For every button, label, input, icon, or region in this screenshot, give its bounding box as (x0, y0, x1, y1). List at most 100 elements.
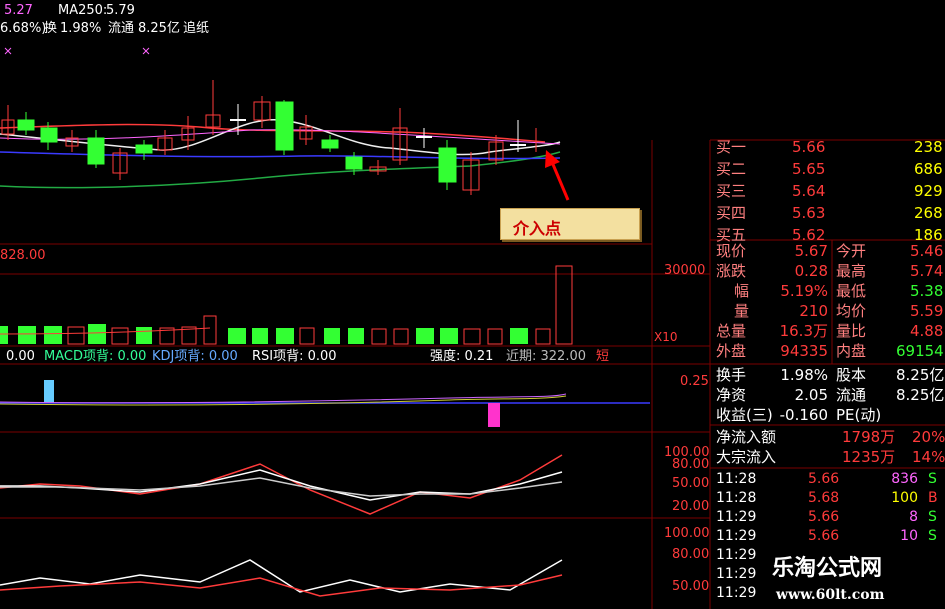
quote-value: 5.46 (910, 242, 944, 260)
rsi-axis-50: 50.00 (672, 579, 710, 594)
candle-red (205, 80, 221, 135)
order-book-label: 买一 (716, 138, 747, 156)
quote-value: 0.28 (794, 262, 828, 280)
tick-time: 11:29 (716, 528, 757, 544)
quote-value: 94335 (780, 342, 828, 360)
order-book-volume: 238 (914, 138, 943, 156)
quote-label: 幅 (734, 282, 750, 300)
tick-side: S (928, 509, 937, 525)
ma-prev-value: 5.27 (4, 3, 33, 18)
quote-value: 5.38 (910, 282, 944, 300)
candle-red (157, 130, 173, 155)
quote-value: 4.88 (910, 322, 944, 340)
float-value: 8.25亿 (138, 21, 180, 36)
quote-label: 内盘 (836, 342, 867, 360)
macd-histogram (0, 380, 650, 427)
quote-label: 总量 (716, 322, 747, 340)
candle-red (112, 148, 128, 180)
order-book-volume: 268 (914, 204, 943, 222)
tick-price: 5.66 (808, 528, 840, 544)
stats-label: 股本 (836, 366, 867, 384)
quote-value: 69154 (896, 342, 944, 360)
flow-label: 大宗流入 (716, 448, 777, 466)
rsi-lines (0, 559, 563, 597)
stats-label: 净资 (716, 386, 747, 404)
turnover-label: 换 (44, 21, 58, 36)
order-book-volume: 186 (914, 226, 943, 244)
order-book-price: 5.62 (792, 226, 826, 244)
strength-value: 强度: 0.21 (430, 349, 494, 364)
quote-value: 210 (799, 302, 828, 320)
flow-value: 1798万 (842, 428, 896, 446)
stats-value: 8.25亿 (896, 366, 945, 384)
candle-red (369, 160, 387, 175)
tick-side: S (928, 528, 937, 544)
stats-value: 1.98% (780, 366, 828, 384)
macd-divergence: MACD项背: 0.00 (44, 349, 147, 364)
flow-pct: 14% (912, 448, 945, 466)
quote-label: 外盘 (716, 342, 747, 360)
tick-time: 11:29 (716, 566, 757, 582)
order-book-price: 5.64 (792, 182, 826, 200)
order-book-label: 买三 (716, 182, 747, 200)
tick-price: 5.68 (808, 490, 840, 506)
tick-time: 11:28 (716, 471, 757, 487)
quote-label: 涨跌 (716, 262, 747, 280)
kdj-axis-80: 80.00 (672, 457, 710, 472)
order-book-volume: 686 (914, 160, 943, 178)
tick-volume: 836 (891, 471, 918, 487)
quote-value: 5.59 (910, 302, 944, 320)
tick-volume: 100 (891, 490, 918, 506)
cross-marks (4, 47, 150, 55)
order-book-label: 买四 (716, 204, 747, 222)
order-book-price: 5.63 (792, 204, 826, 222)
volume-multiplier: X10 (654, 330, 678, 344)
change-pct: 6.68%) (0, 21, 47, 36)
stats-label: 换手 (716, 366, 747, 384)
rsi-divergence: RSI项背: 0.00 (252, 349, 337, 364)
turnover-value: 1.98% (60, 21, 102, 36)
order-book-price: 5.65 (792, 160, 826, 178)
rsi-axis-80: 80.00 (672, 547, 710, 562)
quote-label: 现价 (716, 242, 747, 260)
rsi-axis-100: 100.00 (664, 526, 710, 541)
stats-value: 8.25亿 (896, 386, 945, 404)
candle-red (253, 96, 271, 128)
indicator-v0: 0.00 (6, 349, 35, 364)
tick-time: 11:28 (716, 490, 757, 506)
tick-time: 11:29 (716, 547, 757, 563)
quote-label: 最高 (836, 262, 867, 280)
quote-label: 量 (734, 302, 750, 320)
float-label: 流通 (108, 21, 135, 36)
candle-white (510, 120, 526, 152)
ma250-value: 5.79 (106, 3, 135, 18)
macd-axis-label: 0.25 (680, 374, 709, 389)
kdj-divergence: KDJ项背: 0.00 (152, 349, 238, 364)
flow-pct: 20% (912, 428, 945, 446)
order-book-volume: 929 (914, 182, 943, 200)
stats-value: -0.160 (779, 406, 828, 424)
candle-green (275, 100, 294, 155)
volume-axis-right: 30000 (664, 263, 706, 278)
stats-label: 收益(三) (716, 406, 773, 424)
stats-label: 流通 (836, 386, 867, 404)
tick-time: 11:29 (716, 509, 757, 525)
ma250-label: MA250: (58, 3, 108, 18)
quote-label: 最低 (836, 282, 867, 300)
tick-price: 5.66 (808, 509, 840, 525)
order-book-label: 买二 (716, 160, 747, 178)
ma-green-line (0, 151, 561, 189)
candle-green (321, 135, 339, 152)
quote-value: 5.67 (794, 242, 828, 260)
order-book-label: 买五 (716, 226, 747, 244)
recent-value: 近期: 322.00 (506, 349, 586, 364)
candle-green (438, 140, 457, 190)
short-flag: 短 (596, 349, 610, 364)
tick-volume: 8 (909, 509, 918, 525)
volume-axis-top: 828.00 (0, 248, 46, 263)
flow-label: 净流入额 (716, 428, 777, 446)
volume-bars (0, 265, 573, 345)
tick-price: 5.66 (808, 471, 840, 487)
candle-white (416, 128, 432, 148)
candle-green (17, 112, 35, 135)
